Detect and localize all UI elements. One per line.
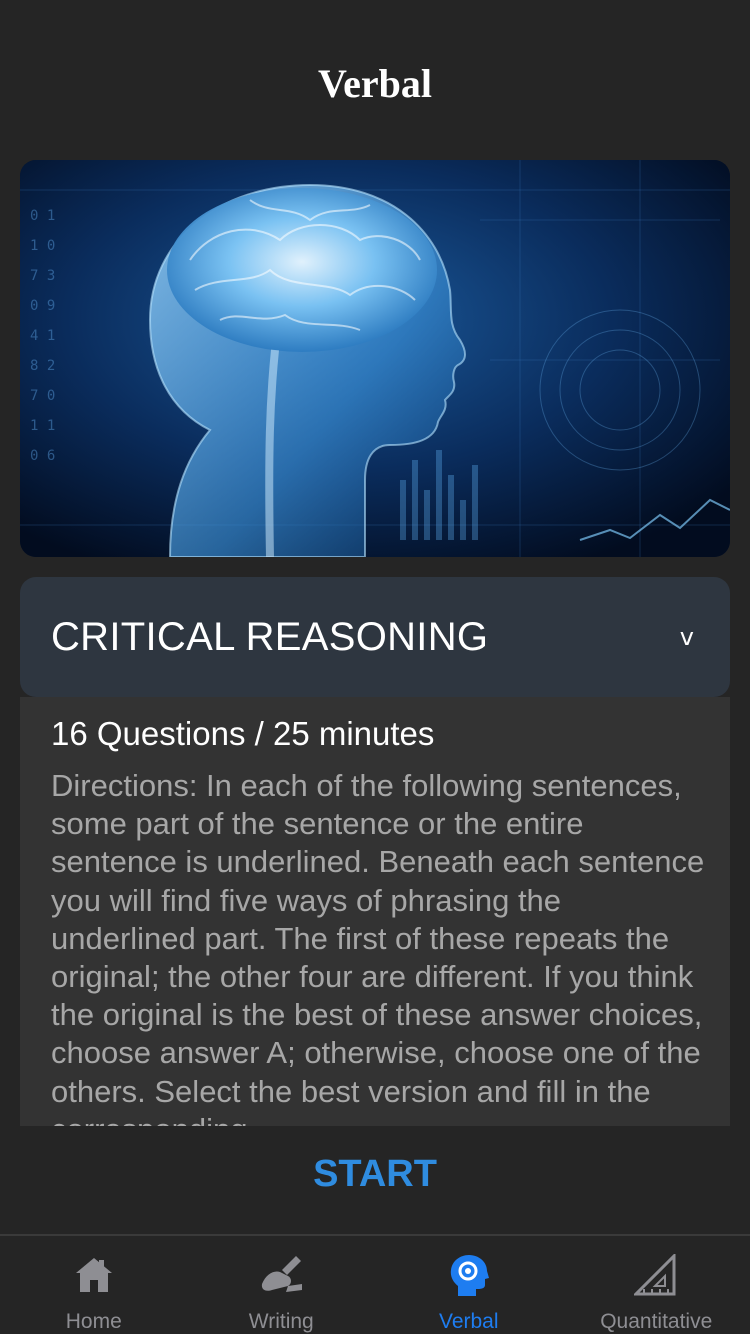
ruler-triangle-icon	[632, 1252, 678, 1301]
svg-text:0 9: 0 9	[30, 298, 55, 314]
section-details[interactable]: 16 Questions / 25 minutes Directions: In…	[20, 697, 730, 1126]
tab-verbal-label: Verbal	[438, 1310, 499, 1333]
svg-text:4 1: 4 1	[30, 328, 55, 344]
svg-text:8 2: 8 2	[30, 358, 55, 374]
brain-head-icon	[448, 1254, 490, 1303]
tab-home-label: Home	[65, 1310, 122, 1333]
tab-quantitative[interactable]: Quantitative	[563, 1236, 750, 1334]
svg-text:0 1: 0 1	[30, 208, 55, 224]
section-title: CRITICAL REASONING	[51, 615, 489, 659]
svg-text:7 0: 7 0	[30, 388, 55, 404]
start-button[interactable]: START	[275, 1146, 475, 1202]
chevron-down-icon[interactable]: v	[680, 623, 694, 651]
tab-writing[interactable]: Writing	[188, 1236, 376, 1334]
home-icon	[73, 1254, 115, 1301]
tab-quantitative-label: Quantitative	[600, 1310, 713, 1333]
svg-text:1 0: 1 0	[30, 238, 55, 254]
page-title: Verbal	[317, 61, 433, 106]
directions-text: Directions: In each of the following sen…	[51, 768, 705, 1126]
tab-writing-label: Writing	[248, 1310, 314, 1333]
svg-text:0 6: 0 6	[30, 448, 55, 464]
writing-icon	[258, 1254, 304, 1301]
hero-image-brain: 0 1 1 0 7 3 0 9 4 1 8 2 7 0 1 1 0 6	[20, 160, 730, 557]
question-count-duration: 16 Questions / 25 minutes	[51, 715, 435, 752]
tab-verbal[interactable]: Verbal	[375, 1236, 563, 1334]
svg-text:1 1: 1 1	[30, 418, 55, 434]
section-accordion-header[interactable]: CRITICAL REASONING v	[20, 577, 730, 697]
tab-home[interactable]: Home	[0, 1236, 188, 1334]
tab-bar: Home Writing Verbal Quantitative	[0, 1234, 750, 1334]
svg-text:7 3: 7 3	[30, 268, 55, 284]
